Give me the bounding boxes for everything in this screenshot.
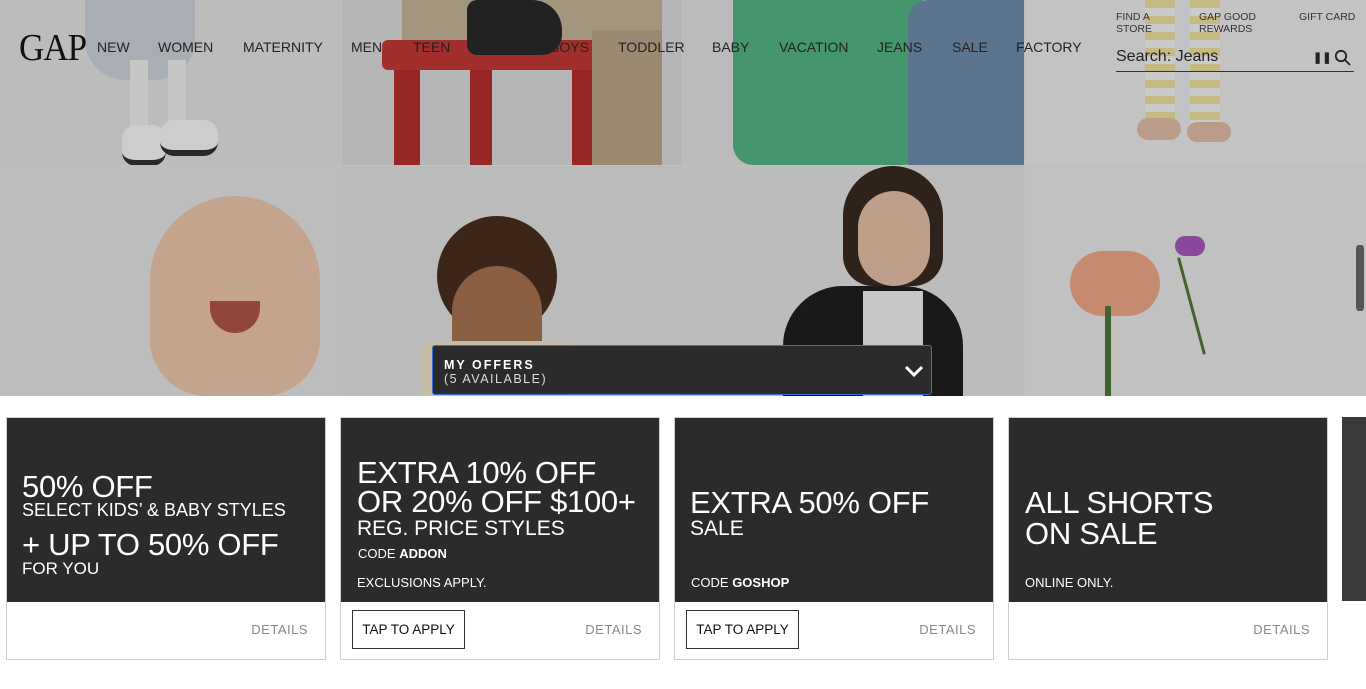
offer-subline-2: FOR YOU — [22, 559, 100, 578]
offer-card-partial[interactable] — [1342, 417, 1366, 601]
offer-card-banner: EXTRA 10% OFF OR 20% OFF $100+ REG. PRIC… — [341, 418, 659, 602]
search-bar: ❚❚ — [1116, 46, 1354, 72]
nav-vacation[interactable]: VACATION — [779, 39, 849, 55]
offer-note: EXCLUSIONS APPLY. — [357, 575, 487, 590]
offer-subline: REG. PRICE STYLES — [357, 517, 565, 540]
offer-card: EXTRA 50% OFF SALE CODE GOSHOP TAP TO AP… — [674, 417, 994, 660]
site-header: GAP NEW WOMEN MATERNITY MEN TEEN GIRLS B… — [0, 0, 1366, 96]
nav-men[interactable]: MEN — [351, 39, 382, 55]
chevron-down-icon — [904, 365, 924, 378]
gap-logo[interactable]: GAP — [19, 26, 87, 70]
nav-sale[interactable]: SALE — [952, 39, 988, 55]
nav-boys[interactable]: BOYS — [550, 39, 589, 55]
nav-toddler[interactable]: TODDLER — [618, 39, 685, 55]
offer-headline: EXTRA 10% OFF — [357, 455, 596, 490]
details-link[interactable]: DETAILS — [251, 622, 308, 637]
offer-card-banner: 50% OFF SELECT KIDS’ & BABY STYLES + UP … — [7, 418, 325, 602]
tap-to-apply-button[interactable]: TAP TO APPLY — [352, 610, 465, 649]
details-link[interactable]: DETAILS — [919, 622, 976, 637]
nav-girls[interactable]: GIRLS — [478, 39, 520, 55]
offers-title: MY OFFERS — [444, 358, 535, 372]
offer-note: ONLINE ONLY. — [1025, 575, 1114, 590]
offer-code: CODE GOSHOP — [691, 575, 789, 590]
find-store-link[interactable]: FIND A STORE — [1116, 11, 1176, 35]
offer-headline-2: ON SALE — [1025, 516, 1158, 551]
nav-baby[interactable]: BABY — [712, 39, 749, 55]
nav-teen[interactable]: TEEN — [413, 39, 450, 55]
nav-women[interactable]: WOMEN — [158, 39, 213, 55]
offer-card-banner: EXTRA 50% OFF SALE CODE GOSHOP — [675, 418, 993, 602]
code-value: ADDON — [399, 546, 447, 561]
nav-jeans[interactable]: JEANS — [877, 39, 922, 55]
nav-factory[interactable]: FACTORY — [1016, 39, 1082, 55]
code-label: CODE — [691, 575, 729, 590]
offer-card-banner: ALL SHORTS ON SALE ONLINE ONLY. — [1009, 418, 1327, 602]
offer-headline: ALL SHORTS — [1025, 485, 1214, 520]
search-icon[interactable] — [1334, 49, 1351, 66]
offer-subline: SELECT KIDS’ & BABY STYLES — [22, 500, 286, 520]
offer-card: 50% OFF SELECT KIDS’ & BABY STYLES + UP … — [6, 417, 326, 660]
details-link[interactable]: DETAILS — [1253, 622, 1310, 637]
offer-headline: 50% OFF — [22, 469, 153, 504]
offers-count: (5 AVAILABLE) — [444, 372, 548, 386]
my-offers-toggle[interactable]: MY OFFERS (5 AVAILABLE) — [432, 345, 932, 395]
offer-headline-2: + UP TO 50% OFF — [22, 527, 279, 562]
page-scrollbar[interactable] — [1356, 245, 1364, 311]
details-link[interactable]: DETAILS — [585, 622, 642, 637]
offer-code: CODE ADDON — [358, 546, 447, 561]
nav-new[interactable]: NEW — [97, 39, 130, 55]
offer-headline-2: OR 20% OFF $100+ — [357, 484, 636, 519]
gift-card-link[interactable]: GIFT CARD — [1299, 11, 1359, 23]
offer-card: EXTRA 10% OFF OR 20% OFF $100+ REG. PRIC… — [340, 417, 660, 660]
gap-good-rewards-link[interactable]: GAP GOOD REWARDS — [1199, 11, 1279, 35]
offer-subline: SALE — [690, 517, 744, 540]
offer-headline: EXTRA 50% OFF — [690, 485, 929, 520]
offer-card: ALL SHORTS ON SALE ONLINE ONLY. DETAILS — [1008, 417, 1328, 660]
tap-to-apply-button[interactable]: TAP TO APPLY — [686, 610, 799, 649]
nav-maternity[interactable]: MATERNITY — [243, 39, 323, 55]
pause-icon[interactable]: ❚❚ — [1313, 51, 1331, 64]
search-input[interactable] — [1116, 46, 1306, 68]
code-label: CODE — [358, 546, 396, 561]
code-value: GOSHOP — [732, 575, 790, 590]
